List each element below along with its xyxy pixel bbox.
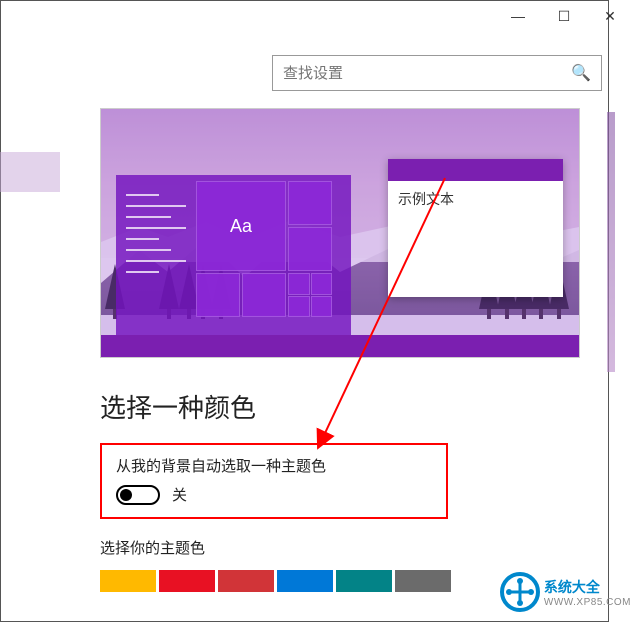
watermark-logo: 系统大全 WWW.XP85.COM bbox=[500, 572, 631, 612]
color-swatch[interactable] bbox=[100, 570, 156, 592]
preview-sample-titlebar bbox=[388, 159, 563, 181]
auto-pick-toggle[interactable]: 关 bbox=[116, 484, 432, 505]
auto-pick-highlight: 从我的背景自动选取一种主题色 关 bbox=[100, 443, 448, 519]
preview-start-menu: Aa bbox=[116, 175, 351, 335]
toggle-switch[interactable] bbox=[116, 485, 160, 505]
search-input[interactable] bbox=[283, 65, 571, 82]
close-button[interactable]: ✕ bbox=[587, 0, 633, 32]
section-heading: 选择一种颜色 bbox=[100, 388, 598, 425]
swatch-subheading: 选择你的主题色 bbox=[100, 537, 598, 558]
preview-tile-aa: Aa bbox=[196, 181, 286, 271]
title-bar: — ☐ ✕ bbox=[413, 0, 633, 32]
color-swatch[interactable] bbox=[395, 570, 451, 592]
color-swatch[interactable] bbox=[159, 570, 215, 592]
color-swatch[interactable] bbox=[218, 570, 274, 592]
preview-taskbar bbox=[101, 335, 579, 357]
theme-preview: Aa 示例文本 bbox=[100, 108, 580, 358]
logo-icon bbox=[500, 572, 540, 612]
background-sliver bbox=[607, 112, 615, 372]
search-icon: 🔍 bbox=[571, 63, 591, 83]
content-area: Aa 示例文本 选择一种颜色 从我的背景自动选取一种主题色 关 选择你的主题色 bbox=[100, 108, 598, 592]
logo-text: 系统大全 WWW.XP85.COM bbox=[544, 577, 631, 608]
preview-menu-list bbox=[126, 185, 186, 282]
search-box[interactable]: 🔍 bbox=[272, 55, 602, 91]
sidebar-active-item[interactable] bbox=[0, 152, 60, 192]
toggle-knob bbox=[120, 489, 132, 501]
preview-sample-window: 示例文本 bbox=[388, 159, 563, 297]
preview-sample-text: 示例文本 bbox=[388, 181, 563, 217]
color-swatch[interactable] bbox=[277, 570, 333, 592]
maximize-button[interactable]: ☐ bbox=[541, 0, 587, 32]
toggle-state-label: 关 bbox=[172, 484, 187, 505]
minimize-button[interactable]: — bbox=[495, 0, 541, 32]
auto-pick-label: 从我的背景自动选取一种主题色 bbox=[116, 455, 432, 476]
color-swatch[interactable] bbox=[336, 570, 392, 592]
preview-tiles: Aa bbox=[196, 181, 346, 331]
